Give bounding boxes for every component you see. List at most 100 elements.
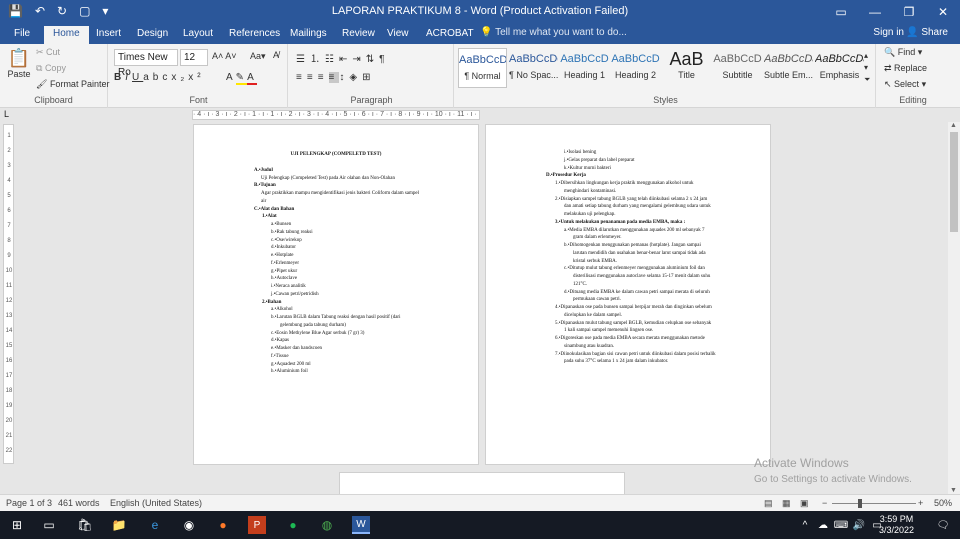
multilevel-list-icon[interactable]: ☷: [325, 54, 339, 65]
minimize-button[interactable]: —: [858, 0, 892, 24]
font-format-buttons[interactable]: BIUabcx₂x²: [114, 72, 205, 83]
powerpoint-icon[interactable]: P: [248, 516, 266, 534]
tell-me-search[interactable]: 💡 Tell me what you want to do...: [480, 27, 627, 38]
increase-indent-icon[interactable]: ⇥: [352, 54, 365, 65]
scrollbar-thumb[interactable]: [950, 132, 958, 232]
notifications-icon[interactable]: 🗨: [934, 516, 952, 534]
shading-icon[interactable]: ◈: [349, 72, 362, 83]
scroll-down-icon[interactable]: ▼: [950, 487, 957, 494]
document-page-2[interactable]: i.•Isolasi bening j.•Gelas preparat dan …: [485, 124, 771, 465]
maximize-button[interactable]: ❐: [892, 0, 926, 24]
justify-icon[interactable]: ≡: [328, 72, 340, 83]
replace-button[interactable]: ⇄ Replace: [884, 63, 927, 74]
text-effects-icon[interactable]: A: [226, 72, 236, 83]
web-layout-icon[interactable]: ▣: [800, 498, 809, 509]
language-indicator[interactable]: English (United States): [110, 498, 202, 508]
chrome-icon[interactable]: ◍: [318, 516, 336, 534]
system-tray-chevron-icon[interactable]: ^: [796, 516, 814, 534]
store-icon[interactable]: 🛍: [76, 516, 94, 534]
network-icon[interactable]: ☁: [814, 516, 832, 534]
style-no-spacing[interactable]: AaBbCcDc ¶ No Spac...: [509, 48, 558, 88]
bullets-icon[interactable]: ☰: [296, 54, 310, 65]
vertical-scrollbar[interactable]: ▲ ▼: [948, 122, 960, 494]
tab-mailings[interactable]: Mailings: [284, 26, 333, 44]
align-right-icon[interactable]: ≡: [318, 72, 329, 83]
select-button[interactable]: ↖ Select ▾: [884, 79, 926, 90]
highlight-icon[interactable]: ✎: [235, 72, 248, 85]
word-count[interactable]: 461 words: [58, 498, 100, 508]
style-subtle-emphasis[interactable]: AaBbCcDa Subtle Em...: [764, 48, 813, 88]
tab-references[interactable]: References: [223, 26, 286, 44]
list-buttons[interactable]: ☰⒈☷⇤⇥⇅¶: [296, 50, 389, 65]
word-icon[interactable]: W: [352, 516, 370, 534]
tab-acrobat[interactable]: ACROBAT: [420, 26, 480, 44]
bold-icon[interactable]: B: [114, 72, 125, 83]
zoom-out-icon[interactable]: −: [822, 498, 827, 508]
document-page-1[interactable]: UJI PELENGKAP (COMPELETD TEST) A.•Judul …: [193, 124, 479, 465]
ruler-scale[interactable]: · 4 · ı · 3 · ı · 2 · ı · 1 · ı · 1 · ı …: [192, 110, 480, 120]
tab-insert[interactable]: Insert: [90, 26, 127, 44]
tab-selector-icon[interactable]: L: [4, 109, 9, 119]
style-subtitle[interactable]: AaBbCcD Subtitle: [713, 48, 762, 88]
tab-file[interactable]: File: [8, 26, 36, 44]
tab-layout[interactable]: Layout: [177, 26, 219, 44]
share-button[interactable]: 👤 Share: [906, 27, 948, 38]
keyboard-icon[interactable]: ⌨: [832, 516, 850, 534]
clear-formatting-icon[interactable]: A̸: [273, 50, 279, 60]
volume-icon[interactable]: 🔊: [850, 516, 868, 534]
underline-icon[interactable]: U: [132, 72, 143, 83]
font-name-box[interactable]: Times New Ro: [114, 49, 178, 78]
cut-button[interactable]: ✂ Cut: [36, 47, 60, 58]
print-layout-icon[interactable]: ▦: [782, 498, 791, 509]
numbering-icon[interactable]: ⒈: [310, 54, 325, 65]
change-case-icon[interactable]: Aa▾: [250, 51, 266, 62]
file-explorer-icon[interactable]: 📁: [110, 516, 128, 534]
read-mode-icon[interactable]: ▤: [764, 498, 773, 509]
spotify-icon[interactable]: ●: [284, 516, 302, 534]
style-title[interactable]: AaB Title: [662, 48, 711, 88]
task-view-icon[interactable]: ▭: [40, 516, 58, 534]
zoom-slider-thumb[interactable]: [858, 499, 862, 508]
superscript-icon[interactable]: x²: [188, 72, 204, 83]
align-center-icon[interactable]: ≡: [307, 72, 318, 83]
style-emphasis[interactable]: AaBbCcDa Emphasis: [815, 48, 864, 88]
tab-home[interactable]: Home: [44, 26, 89, 44]
alignment-buttons[interactable]: ≡≡≡≡↕◈⊞: [296, 72, 375, 83]
line-spacing-icon[interactable]: ↕: [339, 72, 349, 83]
style-normal[interactable]: AaBbCcDc¶ Normal: [458, 48, 507, 88]
edge-icon[interactable]: e: [146, 516, 164, 534]
close-button[interactable]: ✕: [926, 0, 960, 24]
styles-scroll-icon[interactable]: ▴ ▾ ⏷: [864, 50, 870, 86]
pilcrow-icon[interactable]: ¶: [379, 54, 389, 65]
sort-icon[interactable]: ⇅: [366, 54, 379, 65]
find-button[interactable]: 🔍 Find ▾: [884, 47, 922, 58]
font-color-icon[interactable]: A: [247, 72, 257, 85]
page-count[interactable]: Page 1 of 3: [6, 498, 52, 508]
sign-in-link[interactable]: Sign in: [873, 27, 904, 38]
decrease-indent-icon[interactable]: ⇤: [339, 54, 352, 65]
tab-review[interactable]: Review: [336, 26, 381, 44]
scroll-up-icon[interactable]: ▲: [950, 122, 957, 129]
font-size-box[interactable]: 12: [180, 49, 208, 66]
windows-start-icon[interactable]: ⊞: [8, 516, 26, 534]
document-page-3[interactable]: [339, 472, 625, 494]
tab-view[interactable]: View: [381, 26, 415, 44]
tab-design[interactable]: Design: [131, 26, 174, 44]
style-heading-2[interactable]: AaBbCcD Heading 2: [611, 48, 660, 88]
zoom-level[interactable]: 50%: [934, 498, 952, 508]
style-heading-1[interactable]: AaBbCcD Heading 1: [560, 48, 609, 88]
format-painter-button[interactable]: 🖌 Format Painter: [36, 79, 109, 90]
subscript-icon[interactable]: x₂: [171, 72, 188, 83]
system-clock[interactable]: 3:59 PM 3/3/2022: [879, 514, 914, 536]
borders-icon[interactable]: ⊞: [362, 72, 375, 83]
font-color-buttons[interactable]: A✎A: [226, 72, 257, 85]
firefox-icon[interactable]: ●: [214, 516, 232, 534]
paste-button[interactable]: 📋 Paste: [6, 48, 32, 79]
grow-font-icon[interactable]: A˄ A˅: [212, 51, 237, 61]
align-left-icon[interactable]: ≡: [296, 72, 307, 83]
zoom-slider[interactable]: [832, 503, 916, 504]
zoom-in-icon[interactable]: +: [918, 498, 923, 508]
ribbon-display-options-icon[interactable]: ▭: [824, 0, 858, 24]
italic-icon[interactable]: I: [125, 72, 132, 83]
media-app-icon[interactable]: ◉: [180, 516, 198, 534]
